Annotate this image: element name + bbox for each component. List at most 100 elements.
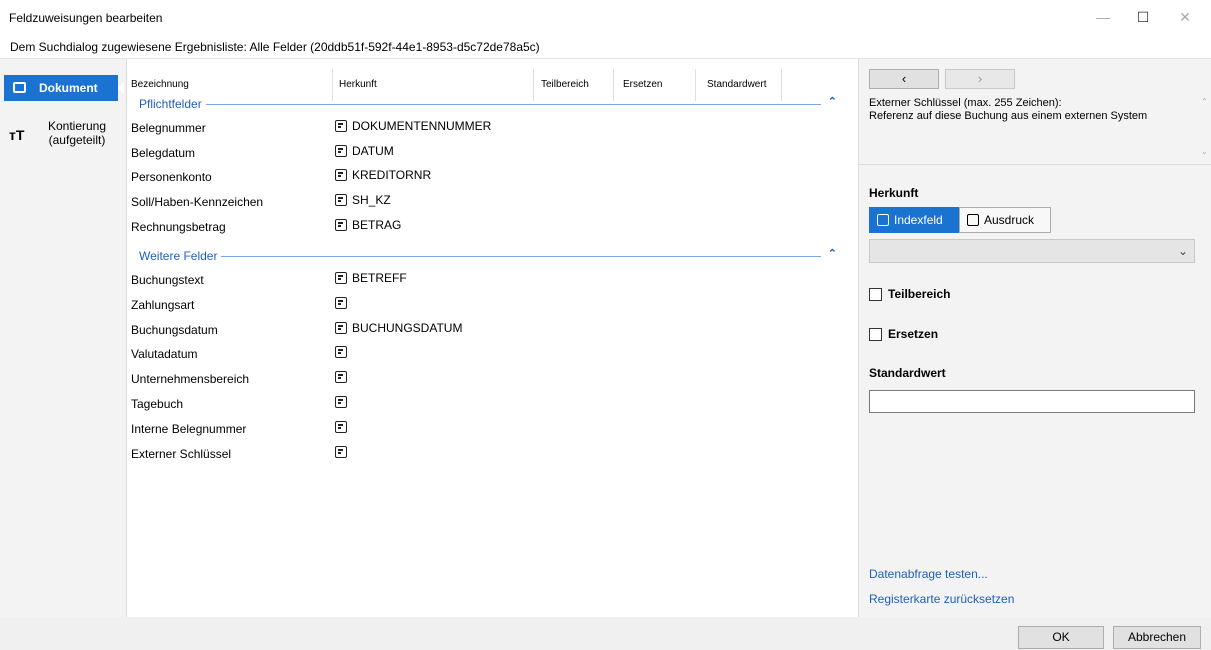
- ausdruck-toggle[interactable]: Ausdruck: [959, 207, 1051, 233]
- table-row[interactable]: Tagebuch: [131, 394, 831, 414]
- cancel-button[interactable]: Abbrechen: [1113, 626, 1201, 649]
- checkbox-label: Ersetzen: [888, 327, 939, 341]
- field-name: Unternehmensbereich: [131, 372, 250, 386]
- index-field-icon: [335, 297, 347, 309]
- table-row[interactable]: Soll/Haben-Kennzeichen SH_KZ: [131, 192, 831, 212]
- window-title: Feldzuweisungen bearbeiten: [9, 11, 163, 25]
- test-query-link[interactable]: Datenabfrage testen...: [869, 567, 988, 581]
- indexfeld-toggle[interactable]: Indexfeld: [869, 207, 959, 233]
- sidebar: Dokument ᴛT Kontierung (aufgeteilt): [0, 59, 126, 617]
- index-field-icon: [335, 446, 347, 458]
- sidebar-item-kontierung[interactable]: ᴛT Kontierung (aufgeteilt): [4, 119, 118, 153]
- index-field-icon: [335, 322, 347, 334]
- group-divider: [139, 256, 821, 257]
- divider: [859, 164, 1211, 165]
- field-name: Belegnummer: [131, 121, 206, 135]
- group-title: Pflichtfelder: [139, 97, 206, 111]
- chevron-down-icon: ⌄: [1177, 244, 1188, 258]
- group-title: Weitere Felder: [139, 249, 222, 263]
- group-header-weitere-felder[interactable]: Weitere Felder ⌃: [139, 247, 837, 263]
- index-field-icon: [335, 169, 347, 181]
- selection-pointer: [118, 82, 124, 94]
- field-source: BETRAG: [352, 218, 402, 232]
- index-field-icon: [335, 219, 347, 231]
- field-source: SH_KZ: [352, 193, 391, 207]
- chevron-up-icon[interactable]: ⌃: [1201, 97, 1208, 106]
- field-name: Buchungstext: [131, 273, 204, 287]
- index-field-icon: [335, 194, 347, 206]
- field-name: Externer Schlüssel: [131, 447, 232, 461]
- field-description: Externer Schlüssel (max. 255 Zeichen): R…: [869, 97, 1199, 123]
- description-scrollbar[interactable]: ⌃ ⌄: [1199, 97, 1211, 161]
- field-source: KREDITORNR: [352, 168, 432, 182]
- field-name: Zahlungsart: [131, 298, 195, 312]
- next-field-button[interactable]: ›: [945, 69, 1015, 89]
- checkbox-box[interactable]: [869, 328, 882, 341]
- index-field-icon: [335, 272, 347, 284]
- herkunft-dropdown[interactable]: ⌄: [869, 239, 1195, 263]
- maximize-button[interactable]: ☐: [1128, 6, 1158, 28]
- field-source: DOKUMENTENNUMMER: [352, 119, 492, 133]
- field-source: DATUM: [352, 144, 394, 158]
- chevron-up-icon[interactable]: ⌃: [828, 247, 837, 260]
- teilbereich-checkbox[interactable]: Teilbereich: [869, 287, 1069, 303]
- table-row[interactable]: Unternehmensbereich: [131, 369, 831, 389]
- close-button[interactable]: ✕: [1170, 6, 1200, 28]
- sidebar-item-label: Dokument: [39, 81, 98, 95]
- standardwert-input[interactable]: [869, 390, 1195, 413]
- document-icon: [13, 82, 26, 93]
- detail-panel: ‹ › Externer Schlüssel (max. 255 Zeichen…: [858, 59, 1211, 617]
- index-field-icon: [335, 120, 347, 132]
- field-name: Rechnungsbetrag: [131, 220, 226, 234]
- group-header-pflichtfelder[interactable]: Pflichtfelder ⌃: [139, 95, 837, 111]
- table-row[interactable]: Belegnummer DOKUMENTENNUMMER: [131, 118, 831, 138]
- field-source: BUCHUNGSDATUM: [352, 321, 463, 335]
- field-name: Buchungsdatum: [131, 323, 218, 337]
- dialog-footer: OK Abbrechen: [0, 617, 1211, 650]
- index-field-icon: [877, 214, 889, 226]
- table-row[interactable]: Buchungstext BETREFF: [131, 270, 831, 290]
- table-row[interactable]: Rechnungsbetrag BETRAG: [131, 217, 831, 237]
- table-row[interactable]: Belegdatum DATUM: [131, 143, 831, 163]
- field-name: Interne Belegnummer: [131, 422, 247, 436]
- table-row[interactable]: Externer Schlüssel: [131, 444, 831, 464]
- index-field-icon: [335, 421, 347, 433]
- chevron-up-icon[interactable]: ⌃: [828, 95, 837, 108]
- index-field-icon: [335, 396, 347, 408]
- ersetzen-checkbox[interactable]: Ersetzen: [869, 327, 1069, 343]
- field-name: Valutadatum: [131, 347, 198, 361]
- result-list-subtitle: Dem Suchdialog zugewiesene Ergebnisliste…: [10, 40, 540, 54]
- expression-icon: [967, 214, 979, 226]
- herkunft-label: Herkunft: [869, 186, 919, 200]
- table-row[interactable]: Buchungsdatum BUCHUNGSDATUM: [131, 320, 831, 340]
- field-source: BETREFF: [352, 271, 407, 285]
- sidebar-item-label: Kontierung (aufgeteilt): [47, 119, 107, 147]
- checkbox-box[interactable]: [869, 288, 882, 301]
- table-row[interactable]: Zahlungsart: [131, 295, 831, 315]
- sidebar-item-dokument[interactable]: Dokument: [4, 75, 124, 101]
- description-title: Externer Schlüssel (max. 255 Zeichen):: [869, 97, 1062, 109]
- previous-field-button[interactable]: ‹: [869, 69, 939, 89]
- field-name: Tagebuch: [131, 397, 184, 411]
- standardwert-label: Standardwert: [869, 366, 946, 380]
- field-name: Personenkonto: [131, 170, 212, 184]
- title-bar: Feldzuweisungen bearbeiten — ☐ ✕: [0, 0, 1211, 36]
- index-field-icon: [335, 145, 347, 157]
- field-name: Belegdatum: [131, 146, 196, 160]
- description-text: Referenz auf diese Buchung aus einem ext…: [869, 110, 1148, 122]
- index-field-icon: [335, 346, 347, 358]
- chevron-down-icon[interactable]: ⌄: [1201, 147, 1208, 156]
- group-divider: [139, 104, 821, 105]
- table-row[interactable]: Personenkonto KREDITORNR: [131, 167, 831, 187]
- index-field-icon: [335, 371, 347, 383]
- checkbox-label: Teilbereich: [888, 287, 951, 301]
- reset-tab-link[interactable]: Registerkarte zurücksetzen: [869, 592, 1014, 606]
- table-row[interactable]: Valutadatum: [131, 344, 831, 364]
- text-size-icon: ᴛT: [9, 127, 25, 143]
- table-row[interactable]: Interne Belegnummer: [131, 419, 831, 439]
- ok-button[interactable]: OK: [1018, 626, 1104, 649]
- toggle-label: Ausdruck: [984, 213, 1035, 227]
- minimize-button[interactable]: —: [1088, 6, 1118, 28]
- field-assignment-table: Bezeichnung Herkunft Teilbereich Ersetze…: [126, 59, 858, 617]
- field-name: Soll/Haben-Kennzeichen: [131, 195, 264, 209]
